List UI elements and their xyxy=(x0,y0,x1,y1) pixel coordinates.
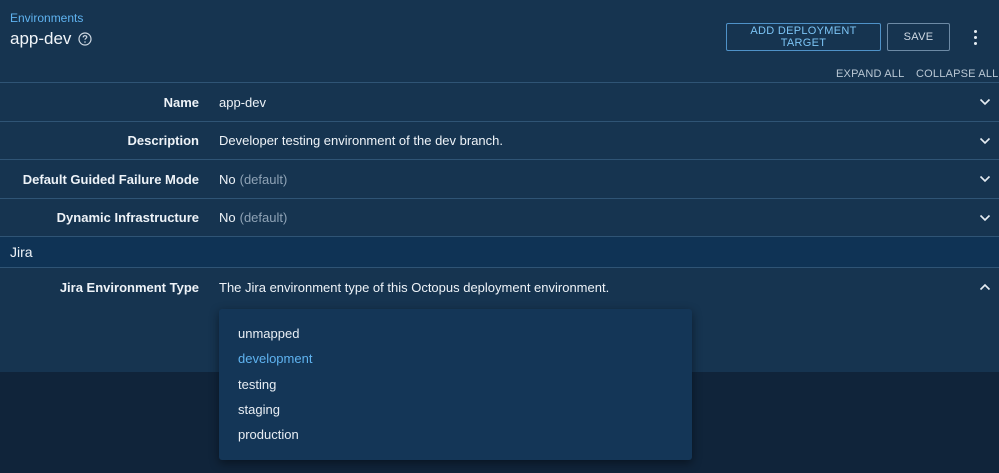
add-deployment-target-button[interactable]: ADD DEPLOYMENT TARGET xyxy=(726,23,881,51)
field-label: Name xyxy=(163,94,199,110)
field-value: No (default) xyxy=(219,171,288,187)
chevron-down-icon[interactable] xyxy=(979,212,991,224)
breadcrumb-environments[interactable]: Environments xyxy=(10,11,83,25)
save-button[interactable]: SAVE xyxy=(887,23,950,51)
field-value: No (default) xyxy=(219,210,288,225)
collapse-all-link[interactable]: COLLAPSE ALL xyxy=(916,68,999,80)
field-row-jira-environment-type[interactable]: Jira Environment Type The Jira environme… xyxy=(0,268,999,306)
jira-environment-type-dropdown: unmapped development testing staging pro… xyxy=(219,309,692,460)
field-label: Jira Environment Type xyxy=(59,279,199,295)
dropdown-option-production[interactable]: production xyxy=(219,422,692,447)
field-value: app-dev xyxy=(219,94,266,110)
field-label: Description xyxy=(127,133,199,148)
page-title: app-dev xyxy=(10,29,93,49)
field-row-guided-failure[interactable]: Default Guided Failure Mode No (default) xyxy=(0,159,999,198)
section-header-jira: Jira xyxy=(0,236,999,268)
chevron-down-icon[interactable] xyxy=(979,173,991,185)
dropdown-option-unmapped[interactable]: unmapped xyxy=(219,321,692,346)
dropdown-option-staging[interactable]: staging xyxy=(219,397,692,422)
field-value: Developer testing environment of the dev… xyxy=(219,133,504,148)
field-label: Default Guided Failure Mode xyxy=(22,171,199,187)
more-vertical-icon[interactable] xyxy=(966,27,984,47)
field-row-dynamic-infrastructure[interactable]: Dynamic Infrastructure No (default) xyxy=(0,198,999,236)
help-circle-icon[interactable] xyxy=(78,32,93,46)
page-title-text: app-dev xyxy=(10,29,72,48)
field-row-name[interactable]: Name app-dev xyxy=(0,82,999,121)
chevron-down-icon[interactable] xyxy=(979,135,991,147)
field-row-description[interactable]: Description Developer testing environmen… xyxy=(0,121,999,159)
dropdown-option-development[interactable]: development xyxy=(219,346,692,371)
chevron-down-icon[interactable] xyxy=(979,96,991,108)
expand-all-link[interactable]: EXPAND ALL xyxy=(836,68,904,80)
field-label: Dynamic Infrastructure xyxy=(56,210,199,225)
dropdown-option-testing[interactable]: testing xyxy=(219,372,692,397)
field-value: The Jira environment type of this Octopu… xyxy=(219,279,610,295)
chevron-up-icon[interactable] xyxy=(979,281,991,293)
